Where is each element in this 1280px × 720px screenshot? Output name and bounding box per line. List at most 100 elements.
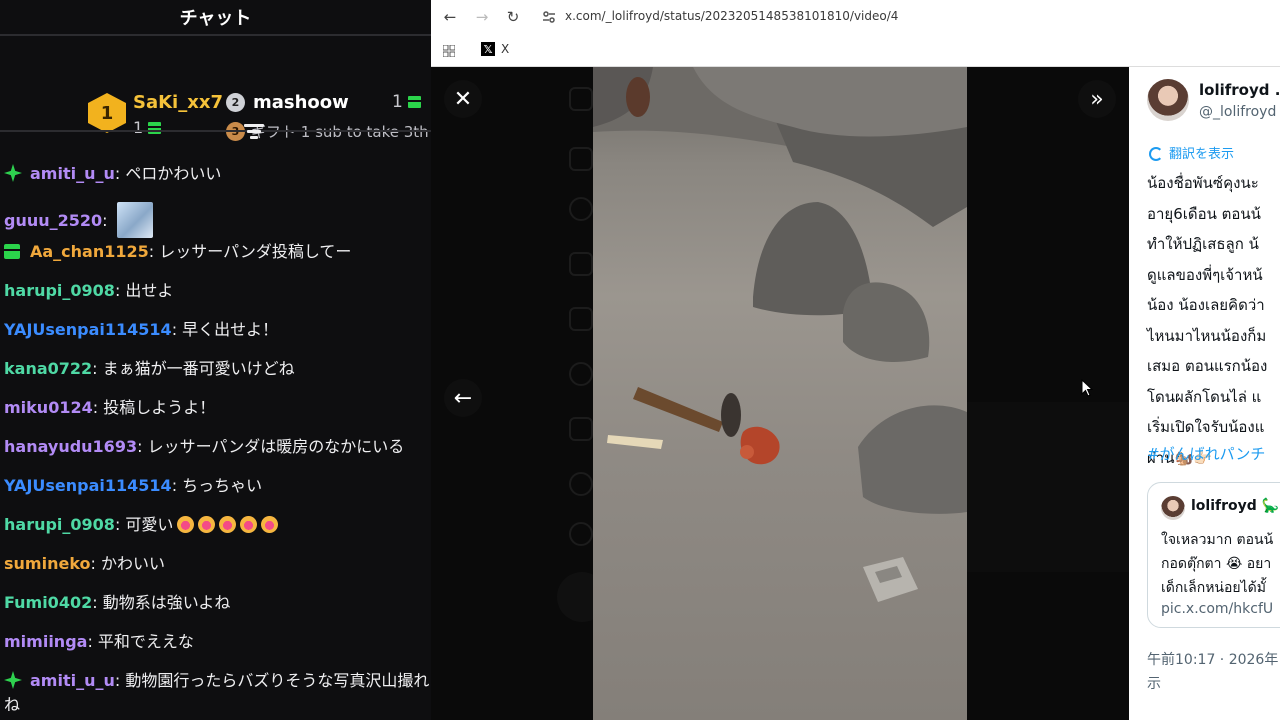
crying-face-emote-icon bbox=[198, 516, 216, 533]
chat-username[interactable]: hanayudu1693 bbox=[4, 437, 137, 456]
quote-line: ใจเหลวมาก ตอนน้ bbox=[1161, 532, 1274, 548]
tweet-text-line: ไหนมาไหนน้องก็ม bbox=[1147, 326, 1267, 345]
chat-text: 動物園行ったらバズりそうな写真沢山撮れ bbox=[125, 671, 430, 690]
chat-message: guuu_2520: bbox=[4, 202, 153, 238]
bell-icon bbox=[569, 252, 593, 276]
chat-text: 投稿しようよ！ bbox=[103, 398, 216, 417]
chat-username[interactable]: kana0722 bbox=[4, 359, 92, 378]
chat-separator: : bbox=[137, 437, 148, 456]
x-home-icon bbox=[569, 87, 593, 111]
author-avatar[interactable] bbox=[1147, 79, 1189, 121]
chat-message: harupi_0908: 出せよ bbox=[4, 280, 173, 302]
chat-username[interactable]: Fumi0402 bbox=[4, 593, 92, 612]
translate-link[interactable]: 翻訳を表示 bbox=[1149, 143, 1234, 162]
chat-separator: : bbox=[171, 476, 183, 495]
tweet-text-line: เริ่มเปิดใจรับน้องแ bbox=[1147, 418, 1265, 436]
address-bar[interactable]: x.com/_lolifroyd/status/2023205148538101… bbox=[565, 9, 898, 23]
forward-arrow-icon[interactable]: → bbox=[473, 8, 491, 26]
chat-username[interactable]: mimiinga bbox=[4, 632, 87, 651]
chat-username[interactable]: miku0124 bbox=[4, 398, 93, 417]
chat-message: amiti_u_u: 動物園行ったらバズりそうな写真沢山撮れ bbox=[4, 670, 429, 692]
chat-message: YAJUsenpai114514: 早く出せよ！ bbox=[4, 319, 278, 341]
chat-username[interactable]: YAJUsenpai114514 bbox=[4, 320, 172, 339]
chat-text: 平和でええな bbox=[97, 632, 194, 651]
red-panda-video-frame bbox=[593, 67, 967, 602]
hashtag-link[interactable]: #がんばれパンチ bbox=[1147, 443, 1265, 464]
previous-media-button[interactable]: ← bbox=[444, 379, 482, 417]
chat-username[interactable]: Aa_chan1125 bbox=[30, 242, 149, 261]
browser-window: ← → ↻ x.com/_lolifroyd/status/2023205148… bbox=[431, 0, 1280, 720]
chat-text: レッサーパンダは暖房のなかにいる bbox=[147, 437, 405, 456]
gift-icon bbox=[148, 122, 162, 134]
chat-username[interactable]: YAJUsenpai114514 bbox=[4, 476, 172, 495]
browser-toolbar: ← → ↻ x.com/_lolifroyd/status/2023205148… bbox=[431, 0, 1280, 34]
gift-icon bbox=[407, 96, 421, 108]
chat-message: mimiinga: 平和でええな bbox=[4, 631, 194, 653]
tweet-text-line: น้อง น้องเลยคิดว่า bbox=[1147, 296, 1265, 314]
chat-text: 早く出せよ！ bbox=[182, 320, 279, 339]
bookmark-x-label: X bbox=[501, 42, 510, 56]
chat-separator: : bbox=[87, 632, 98, 651]
rank-1-badge: 1 bbox=[88, 93, 126, 133]
home-icon bbox=[569, 147, 593, 171]
chat-message: Fumi0402: 動物系は強いよね bbox=[4, 592, 230, 614]
chat-username[interactable]: sumineko bbox=[4, 554, 91, 573]
leaderboard-first-count: 1 bbox=[133, 118, 162, 137]
quote-author-avatar bbox=[1161, 496, 1185, 520]
x-logo-icon: 𝕏 bbox=[481, 42, 495, 56]
chat-separator: : bbox=[171, 320, 183, 339]
back-arrow-icon[interactable]: ← bbox=[441, 8, 459, 26]
chat-username[interactable]: harupi_0908 bbox=[4, 515, 115, 534]
bookmark-x[interactable]: 𝕏 X bbox=[481, 42, 509, 56]
quote-line: กอดตุ๊กตา 😭 อยา bbox=[1161, 556, 1272, 572]
quote-line: เด็กเล็กหน่อยได้มั้ bbox=[1161, 580, 1266, 596]
gift-leaderboard: 1 SaKi_xx7 1 2 mashoow 1 3 ギフト 1 sub to … bbox=[0, 36, 431, 141]
chat-separator: : bbox=[102, 211, 113, 230]
gift-badge-icon bbox=[4, 244, 20, 259]
chat-username[interactable]: harupi_0908 bbox=[4, 281, 115, 300]
bookmark-icon bbox=[569, 417, 593, 441]
quoted-tweet[interactable]: lolifroyd 🦕 ใจเหลวมาก ตอนน้ กอดตุ๊กตา 😭 … bbox=[1147, 482, 1280, 628]
author-name[interactable]: lolifroyd .. bbox=[1199, 81, 1280, 99]
tweet-timestamp[interactable]: 午前10:17 · 2026年 bbox=[1147, 649, 1278, 669]
chat-separator: : bbox=[92, 593, 103, 612]
tweet-text-line: อายุ6เดือน ตอนน้ bbox=[1147, 204, 1261, 223]
tweet-text-line: น้องชื่อพันซ์คุงนะ bbox=[1147, 174, 1259, 192]
chat-separator: : bbox=[148, 242, 160, 261]
chat-separator: : bbox=[114, 671, 126, 690]
dim-media-thumb bbox=[967, 402, 1129, 572]
chat-separator: : bbox=[90, 554, 101, 573]
quote-author-name: lolifroyd 🦕 bbox=[1191, 498, 1280, 514]
apps-grid-icon[interactable] bbox=[443, 45, 455, 57]
leaderboard-second-name[interactable]: mashoow bbox=[253, 92, 349, 113]
chat-username[interactable]: guuu_2520 bbox=[4, 211, 102, 230]
grok-icon bbox=[569, 362, 593, 386]
video-player[interactable] bbox=[593, 67, 967, 720]
chat-separator: : bbox=[114, 164, 126, 183]
quote-link[interactable]: pic.x.com/hkcfU bbox=[1161, 601, 1273, 617]
mouse-cursor-icon bbox=[1081, 379, 1093, 397]
more-icon bbox=[569, 522, 593, 546]
expand-panel-button[interactable]: » bbox=[1078, 80, 1116, 118]
collapse-leaderboard-icon[interactable] bbox=[244, 122, 266, 140]
chat-username[interactable]: amiti_u_u bbox=[30, 164, 115, 183]
chat-panel: チャット 1 SaKi_xx7 1 2 mashoow 1 3 ギフト 1 su… bbox=[0, 0, 431, 720]
chat-username[interactable]: amiti_u_u bbox=[30, 671, 115, 690]
tweet-text-line: เสมอ ตอนแรกน้อง bbox=[1147, 357, 1268, 375]
site-info-icon[interactable] bbox=[541, 9, 557, 25]
chat-text: ペロかわいい bbox=[125, 164, 222, 183]
chat-separator: : bbox=[114, 515, 126, 534]
author-handle[interactable]: @_lolifroyd bbox=[1199, 104, 1276, 120]
profile-icon bbox=[569, 472, 593, 496]
chat-message: sumineko: かわいい bbox=[4, 553, 165, 575]
sparkle-badge-icon bbox=[4, 164, 22, 182]
close-viewer-button[interactable]: ✕ bbox=[444, 80, 482, 118]
reload-icon[interactable]: ↻ bbox=[504, 8, 522, 26]
chat-message: kana0722: まぁ猫が一番可愛いけどね bbox=[4, 358, 295, 380]
leaderboard-first-name[interactable]: SaKi_xx7 bbox=[133, 92, 223, 113]
chat-text: まぁ猫が一番可愛いけどね bbox=[102, 359, 295, 378]
chat-separator: : bbox=[92, 359, 103, 378]
crying-face-emote-icon bbox=[240, 516, 258, 533]
media-viewer: ✕ ← » lolifroyd .. @_lolifroyd 翻訳を表示 น้อ… bbox=[431, 67, 1280, 720]
chat-message: harupi_0908: 可愛い bbox=[4, 514, 279, 536]
